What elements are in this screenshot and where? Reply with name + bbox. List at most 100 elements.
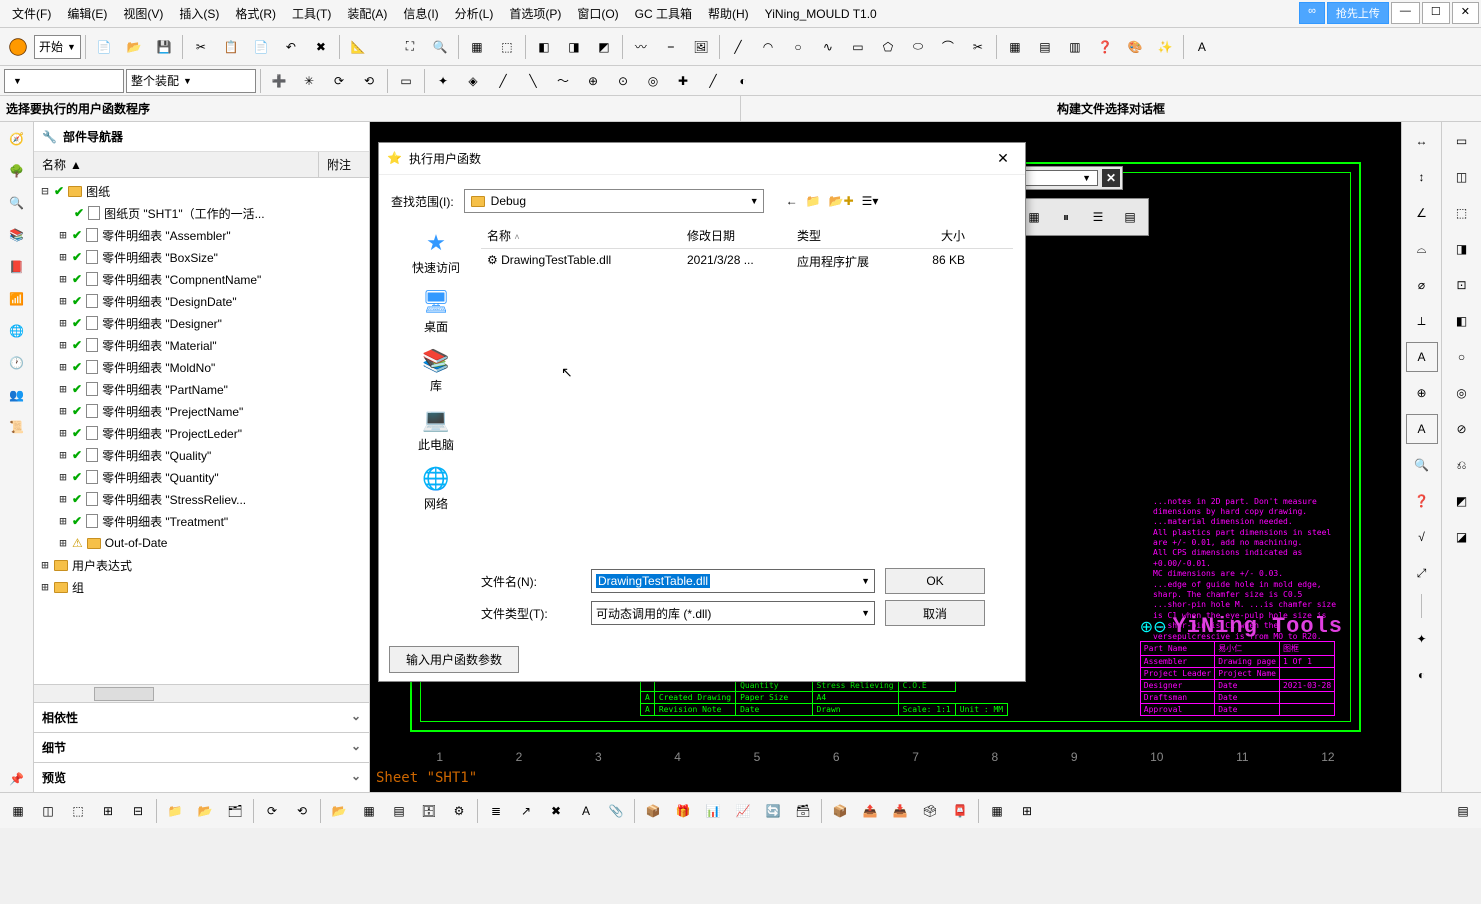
r2-view6-icon[interactable]: ◧: [1446, 306, 1478, 336]
bt-tail-icon[interactable]: ▤: [1449, 797, 1477, 825]
new-icon[interactable]: 📄: [90, 33, 118, 61]
bt-gear-icon[interactable]: ⚙: [445, 797, 473, 825]
grid2-icon[interactable]: ▤: [1031, 33, 1059, 61]
place-quickaccess[interactable]: ★快速访问: [410, 227, 462, 278]
col-type[interactable]: 类型: [791, 227, 891, 244]
siderail-pin-icon[interactable]: 📌: [4, 766, 30, 792]
menu-tools[interactable]: 工具(T): [284, 1, 339, 26]
misc1-icon[interactable]: ◧: [530, 33, 558, 61]
menu-format[interactable]: 格式(R): [227, 1, 284, 26]
accordion-detail[interactable]: 细节⌄: [34, 732, 369, 762]
bt2-icon[interactable]: ◫: [34, 797, 62, 825]
filter-combo[interactable]: ▼: [4, 69, 124, 93]
snap6-icon[interactable]: ⊕: [579, 67, 607, 95]
snap1-icon[interactable]: ✦: [429, 67, 457, 95]
r1-sqrt-icon[interactable]: √: [1406, 522, 1438, 552]
snap5-icon[interactable]: 〜: [549, 67, 577, 95]
expander-icon[interactable]: ⊞: [56, 382, 70, 396]
tree-item[interactable]: ⊞✔零件明细表 "Quality": [34, 444, 369, 466]
bt8-icon[interactable]: 🗂: [221, 797, 249, 825]
expander-icon[interactable]: ⊞: [56, 316, 70, 330]
tree-view[interactable]: ⊟ ✔ 图纸 ✔ 图纸页 "SHT1"（工作的一活... ⊞✔零件明细表 "As…: [34, 178, 369, 684]
accordion-depends[interactable]: 相依性⌄: [34, 702, 369, 732]
siderail-tree-icon[interactable]: 🌳: [4, 158, 30, 184]
r2-view2-icon[interactable]: ◫: [1446, 162, 1478, 192]
r1-misc-icon[interactable]: ◐: [1406, 660, 1438, 690]
sel2-icon[interactable]: ✳: [295, 67, 323, 95]
undo-icon[interactable]: ↶: [277, 33, 305, 61]
r2-circle-icon[interactable]: ○: [1446, 342, 1478, 372]
float-combo[interactable]: ▼: [1018, 170, 1098, 186]
input-params-button[interactable]: 输入用户函数参数: [389, 646, 519, 673]
arc-icon[interactable]: ◠: [754, 33, 782, 61]
cancel-button[interactable]: 取消: [885, 600, 985, 626]
sel1-icon[interactable]: ➕: [265, 67, 293, 95]
fit-icon[interactable]: ⛶: [396, 33, 424, 61]
image-icon[interactable]: 🖼: [687, 33, 715, 61]
menu-help[interactable]: 帮助(H): [700, 1, 757, 26]
r1-ord-icon[interactable]: ⟂: [1406, 306, 1438, 336]
r1-datum-icon[interactable]: A: [1406, 414, 1438, 444]
tree-item[interactable]: ⊞✔零件明细表 "CompnentName": [34, 268, 369, 290]
wcs-icon[interactable]: ⬚: [493, 33, 521, 61]
help-icon[interactable]: ❓: [1091, 33, 1119, 61]
float-grid-icon[interactable]: ▤: [1116, 203, 1144, 231]
tree-item[interactable]: ⊞✔零件明细表 "PrejectName": [34, 400, 369, 422]
siderail-history-icon[interactable]: 📜: [4, 414, 30, 440]
nav-back-icon[interactable]: ←: [786, 194, 798, 208]
accordion-preview[interactable]: 预览⌄: [34, 762, 369, 792]
window-min-icon[interactable]: —: [1391, 2, 1420, 24]
snap4-icon[interactable]: ╲: [519, 67, 547, 95]
filetype-combo[interactable]: 可动态调用的库 (*.dll) ▼: [591, 601, 875, 625]
tree-item[interactable]: ⊞✔零件明细表 "PartName": [34, 378, 369, 400]
tree-item[interactable]: ⊞✔零件明细表 "Treatment": [34, 510, 369, 532]
r2-sect-icon[interactable]: ⊘: [1446, 414, 1478, 444]
r1-csys-icon[interactable]: ✦: [1406, 624, 1438, 654]
bt5-icon[interactable]: ⊟: [124, 797, 152, 825]
rect-icon[interactable]: ▭: [844, 33, 872, 61]
cut-icon[interactable]: ✂: [187, 33, 215, 61]
nav-up-icon[interactable]: 📁: [806, 194, 821, 208]
snap9-icon[interactable]: ✚: [669, 67, 697, 95]
snap7-icon[interactable]: ⊙: [609, 67, 637, 95]
assembly-combo[interactable]: 整个装配▼: [126, 69, 256, 93]
snap2-icon[interactable]: ◈: [459, 67, 487, 95]
window-close-icon[interactable]: ✕: [1452, 2, 1479, 24]
bt3-icon[interactable]: ⬚: [64, 797, 92, 825]
bt-pkg5-icon[interactable]: 📮: [946, 797, 974, 825]
menu-assembly[interactable]: 装配(A): [339, 1, 395, 26]
copy-icon[interactable]: 📋: [217, 33, 245, 61]
tree-item[interactable]: ⊞✔零件明细表 "Assembler": [34, 224, 369, 246]
r2-view3-icon[interactable]: ⬚: [1446, 198, 1478, 228]
fillet-icon[interactable]: ⌒: [934, 33, 962, 61]
siderail-clock-icon[interactable]: 🕐: [4, 350, 30, 376]
bt-box2-icon[interactable]: 🎁: [669, 797, 697, 825]
snap11-icon[interactable]: ◐: [729, 67, 757, 95]
scrollbar-thumb[interactable]: [94, 687, 154, 701]
nav-newfolder-icon[interactable]: 📂✚: [829, 194, 854, 208]
expander-icon[interactable]: ⊞: [56, 360, 70, 374]
expander-icon[interactable]: ⊞: [56, 404, 70, 418]
menu-analysis[interactable]: 分析(L): [447, 1, 502, 26]
expander-icon[interactable]: ⊞: [56, 426, 70, 440]
measure-icon[interactable]: 📐: [344, 33, 372, 61]
bt4-icon[interactable]: ⊞: [94, 797, 122, 825]
bt-move-icon[interactable]: ↗: [512, 797, 540, 825]
r2-break-icon[interactable]: ⎌: [1446, 450, 1478, 480]
r1-zoom-icon[interactable]: 🔍: [1406, 450, 1438, 480]
misc2-icon[interactable]: ◨: [560, 33, 588, 61]
r2-view5-icon[interactable]: ⊡: [1446, 270, 1478, 300]
render1-icon[interactable]: 🎨: [1121, 33, 1149, 61]
bt-del-icon[interactable]: ✖: [542, 797, 570, 825]
r2-detail-icon[interactable]: ◎: [1446, 378, 1478, 408]
place-network[interactable]: 🌐网络: [416, 463, 456, 514]
polygon-icon[interactable]: ⬠: [874, 33, 902, 61]
h-scrollbar[interactable]: [34, 684, 369, 702]
bt-pkg4-icon[interactable]: 🗳: [916, 797, 944, 825]
expander-icon[interactable]: ⊞: [56, 536, 70, 550]
tree-item[interactable]: ⊞✔零件明细表 "StressReliev...: [34, 488, 369, 510]
r2-proj-icon[interactable]: ◩: [1446, 486, 1478, 516]
r2-aux-icon[interactable]: ◪: [1446, 522, 1478, 552]
file-list[interactable]: 名称 ˄ 修改日期 类型 大小 ⚙ DrawingTestTable.dll 2…: [481, 223, 1013, 562]
bt-pkg2-icon[interactable]: 📤: [856, 797, 884, 825]
